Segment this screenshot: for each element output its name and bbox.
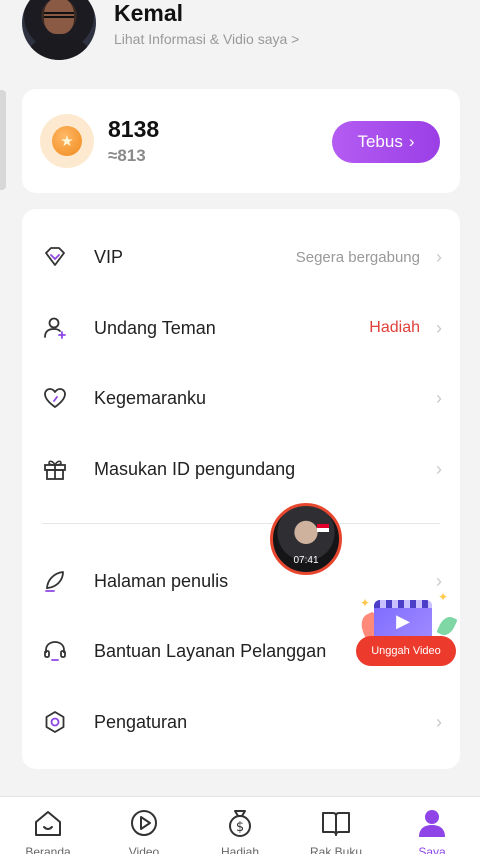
profile-header[interactable]: Kemal Lihat Informasi & Vidio saya > [22,0,462,60]
user-icon [419,810,445,837]
menu-label: Pengaturan [94,711,188,732]
nav-label: Beranda [25,845,71,854]
profile-name: Kemal [114,0,184,26]
heart-icon [42,385,68,411]
coin-approx: ≈813 [108,146,146,165]
menu-item-invite-friends[interactable]: Undang Teman Hadiah › [22,293,460,363]
nav-item-video[interactable]: Video [96,797,192,854]
menu-item-referrer-id[interactable]: Masukan ID pengundang › [22,434,460,504]
headset-icon [42,638,68,664]
nav-item-bookshelf[interactable]: Rak Buku [288,797,384,854]
coin-amount: 8138 [108,116,160,142]
video-play-icon [131,810,157,836]
menu-item-vip[interactable]: VIP Segera bergabung › [22,222,460,292]
video-time: 07:41 [293,555,319,566]
menu-card: VIP Segera bergabung › Undang Teman Hadi… [22,209,460,769]
redeem-button[interactable]: Tebus › [332,121,440,163]
menu-divider [42,523,440,524]
coin-icon: ★ [40,114,94,168]
coin-values: 8138 ≈813 [108,116,159,166]
coin-balance-card: ★ 8138 ≈813 Tebus › [22,89,460,193]
menu-item-settings[interactable]: Pengaturan › [22,687,460,757]
chevron-right-icon: › [436,458,442,479]
chevron-right-icon: › [436,317,442,338]
gift-icon [42,456,68,482]
nav-item-profile[interactable]: Saya [384,797,480,854]
svg-text:$: $ [236,820,244,835]
nav-label: Rak Buku [309,845,363,854]
nav-label: Saya [418,845,446,854]
quill-icon [42,568,68,594]
menu-label: Bantuan Layanan Pelanggan [94,640,327,661]
chevron-right-icon: › [408,132,415,151]
profile-text: Kemal Lihat Informasi & Vidio saya > [114,0,299,47]
redeem-label: Tebus [357,132,403,151]
money-bag-icon: $ [229,810,251,837]
menu-label: Undang Teman [94,317,216,338]
menu-label: VIP [94,246,124,267]
floating-video-bubble[interactable]: 07:41 [270,503,342,575]
nav-label: Hadiah [220,845,260,854]
chevron-right-icon: › [436,387,442,408]
bottom-navigation: Beranda Video $ Hadiah Rak Buku Saya [0,796,480,854]
chevron-right-icon: › [436,246,442,267]
diamond-icon [42,244,68,270]
menu-label: Kegemaranku [94,387,207,408]
sparkle-icon: ✦ [360,596,371,610]
leaf-decoration-icon [436,613,458,639]
home-icon [35,811,61,836]
menu-item-favorites[interactable]: Kegemaranku › [22,363,460,433]
upload-video-button[interactable]: Unggah Video [356,636,456,666]
chevron-right-icon: › [436,570,442,591]
scroll-indicator [0,90,6,190]
menu-value: Segera bergabung [295,248,420,266]
nav-item-rewards[interactable]: $ Hadiah [192,797,288,854]
flag-icon [317,524,329,532]
avatar[interactable] [22,0,96,60]
nav-item-home[interactable]: Beranda [0,797,96,854]
menu-label: Halaman penulis [94,570,229,591]
nav-label: Video [128,845,160,854]
upload-video-widget[interactable]: ▶ ✦ ✦ Unggah Video [356,590,460,668]
menu-value: Hadiah [369,319,420,336]
sparkle-icon: ✦ [438,590,449,604]
book-icon [322,812,350,836]
menu-label: Masukan ID pengundang [94,458,296,479]
profile-info-link[interactable]: Lihat Informasi & Vidio saya > [114,31,299,47]
add-user-icon [42,315,68,341]
chevron-right-icon: › [436,711,442,732]
settings-icon [42,709,68,735]
